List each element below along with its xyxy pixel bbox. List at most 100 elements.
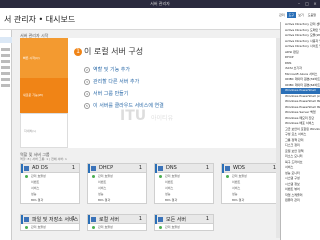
- tools-menu-item[interactable]: 컴퓨터 관리: [281, 198, 320, 204]
- tile-accent-bar: [88, 215, 90, 224]
- tile-header[interactable]: 로컬 서버 1: [88, 215, 146, 224]
- task-list: 1이 로컬 서버 구성 2 역할 및 기능 추가 3 관리할 다른 서버 추가 4서…: [68, 38, 280, 148]
- role-tile[interactable]: 파일 및 저장소 서비스 1 관리 효율성: [20, 214, 80, 231]
- watermark: ITU 아이티유: [120, 108, 173, 124]
- menu-item-2[interactable]: 보기: [296, 12, 306, 18]
- breadcrumb: 서 관리자 • 대시보드: [4, 15, 76, 24]
- nav-dns[interactable]: [1, 72, 10, 75]
- roles-count: 역할: 8 | 서버 그룹: 1 | 전체 서버: 1: [20, 157, 67, 161]
- role-tile[interactable]: 로컬 서버 1 관리 효율성: [87, 214, 147, 231]
- nav-file-storage[interactable]: [1, 78, 10, 81]
- menu-item-1[interactable]: 도구: [286, 12, 297, 18]
- quick-start-section[interactable]: 빠른 시작(Q): [20, 38, 68, 78]
- tile-header[interactable]: AD DS 1: [21, 164, 79, 173]
- tools-dropdown-menu: Active Directory 관리 센터 Active Directory 도…: [280, 22, 320, 240]
- tile-name: WDS: [233, 165, 245, 171]
- step-number: 3: [84, 78, 90, 85]
- quick-start-label: 빠른 시작(Q): [23, 56, 40, 60]
- tile-count: 1: [138, 165, 142, 171]
- nav-wds[interactable]: [1, 84, 10, 87]
- minimize-icon[interactable]: –: [296, 1, 302, 6]
- server-role-icon: [24, 217, 29, 222]
- tile-accent-bar: [155, 164, 157, 173]
- step-number: 1: [74, 47, 82, 56]
- tools-menu-item[interactable]: Windows PowerShell ISE: [281, 99, 320, 105]
- tile-row[interactable]: BPA 결과: [222, 197, 280, 203]
- task-label: 서버 그룹 만들기: [93, 91, 129, 97]
- menu-item-0[interactable]: 관리: [277, 12, 287, 18]
- learn-more-label: 자세히(L): [24, 129, 37, 133]
- whats-new-label: 새로운 기능(W): [23, 93, 44, 97]
- learn-more-section[interactable]: 자세히(L): [20, 113, 68, 148]
- tile-row[interactable]: 관리 효율성: [88, 224, 146, 230]
- tile-count: 1: [71, 165, 75, 171]
- role-tile[interactable]: DHCP 1 관리 효율성 이벤트 서비스 성능 BPA 결과: [87, 163, 147, 204]
- title-bar: 서버 관리자 – □ ×: [0, 0, 320, 8]
- left-nav: [0, 30, 12, 240]
- tile-header[interactable]: WDS 1: [222, 164, 280, 173]
- close-icon[interactable]: ×: [312, 1, 318, 6]
- server-role-icon: [158, 166, 163, 171]
- nav-dhcp[interactable]: [1, 66, 10, 69]
- task-add-roles[interactable]: 2 역할 및 기능 추가: [84, 66, 130, 73]
- server-role-icon: [158, 217, 163, 222]
- tile-name: DHCP: [99, 165, 114, 171]
- tile-accent-bar: [155, 215, 157, 224]
- maximize-icon[interactable]: □: [304, 1, 310, 6]
- tile-name: AD DS: [32, 165, 48, 171]
- main-content: 서버 관리자 시작 빠른 시작(Q) 새로운 기능(W) 자세히(L) 1이 로…: [12, 30, 281, 240]
- tile-accent-bar: [21, 164, 23, 173]
- whats-new-section[interactable]: 새로운 기능(W): [20, 78, 68, 113]
- role-tile[interactable]: 모든 서버 1 관리 효율성: [154, 214, 214, 231]
- tile-row[interactable]: 관리 효율성: [155, 224, 213, 230]
- tools-menu-item[interactable]: Active Directory 관리 센터: [281, 22, 320, 28]
- window-title: 서버 관리자: [150, 1, 170, 6]
- server-role-icon: [91, 217, 96, 222]
- role-tile[interactable]: DNS 1 관리 효율성 이벤트 서비스 성능 BPA 결과: [154, 163, 214, 204]
- tile-name: 로컬 서버: [99, 217, 119, 223]
- menu-item-3[interactable]: 도움말: [306, 12, 318, 18]
- tile-accent-bar: [88, 164, 90, 173]
- tile-row[interactable]: BPA 결과: [155, 197, 213, 203]
- tile-row[interactable]: BPA 결과: [21, 197, 79, 203]
- watermark-subtext: 아이티유: [151, 115, 174, 122]
- tools-menu-item[interactable]: Windows PowerShell: [281, 88, 320, 94]
- tile-row[interactable]: BPA 결과: [88, 197, 146, 203]
- task-label: 역할 및 기능 추가: [93, 67, 130, 73]
- tile-count: 1: [205, 165, 209, 171]
- nav-local-server[interactable]: [1, 48, 10, 51]
- tile-header[interactable]: 모든 서버 1: [155, 215, 213, 224]
- server-role-icon: [225, 166, 230, 171]
- role-tile[interactable]: WDS 1 관리 효율성 이벤트 서비스 성능 BPA 결과: [221, 163, 281, 204]
- welcome-panel: 빠른 시작(Q) 새로운 기능(W) 자세히(L): [20, 38, 68, 148]
- tools-menu-item[interactable]: ODBC 데이터 원본(32비트): [281, 77, 320, 83]
- menu-bar: 관리 도구 보기 도움말: [277, 12, 318, 18]
- role-tile[interactable]: AD DS 1 관리 효율성 이벤트 서비스 성능 BPA 결과: [20, 163, 80, 204]
- tools-menu-item[interactable]: Active Directory 사이트 및 서비스: [281, 44, 320, 50]
- task-create-group[interactable]: 4 서버 그룹 만들기: [84, 90, 128, 97]
- tools-menu-item[interactable]: Active Directory 모듈(Windows PowerShell용): [281, 33, 320, 39]
- server-role-icon: [24, 166, 29, 171]
- step-number: 4: [84, 90, 90, 97]
- tile-row[interactable]: 관리 효율성: [21, 224, 79, 230]
- tile-header[interactable]: DHCP 1: [88, 164, 146, 173]
- header: 서 관리자 • 대시보드 관리 도구 보기 도움말: [0, 8, 320, 30]
- tile-header[interactable]: DNS 1: [155, 164, 213, 173]
- tile-count: 1: [71, 216, 75, 222]
- watermark-text: ITU: [120, 108, 147, 124]
- tile-count: 1: [205, 216, 209, 222]
- step-number: 5: [84, 102, 90, 109]
- task-add-servers[interactable]: 3 관리할 다른 서버 추가: [84, 78, 139, 85]
- nav-dashboard[interactable]: [0, 37, 12, 43]
- nav-ad-ds[interactable]: [1, 60, 10, 63]
- tile-name: DNS: [166, 165, 177, 171]
- tools-menu-item[interactable]: Windows Server 백업: [281, 110, 320, 116]
- tile-count: 1: [138, 216, 142, 222]
- task-label: 이 로컬 서버 구성: [84, 47, 144, 56]
- task-label: 관리할 다른 서버 추가: [93, 79, 140, 85]
- tile-header[interactable]: 파일 및 저장소 서비스 1: [21, 215, 79, 224]
- server-role-icon: [91, 166, 96, 171]
- nav-all-servers[interactable]: [1, 54, 10, 57]
- task-configure-local-server[interactable]: 1이 로컬 서버 구성: [74, 46, 143, 57]
- tile-accent-bar: [222, 164, 224, 173]
